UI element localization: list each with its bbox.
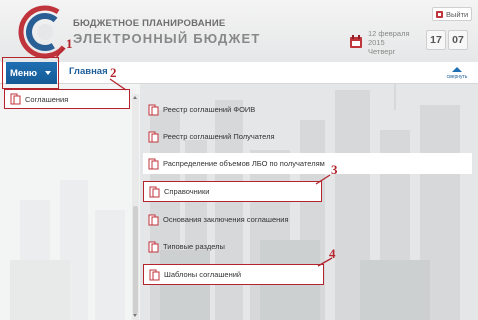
clock-hours: 17 [426, 30, 446, 50]
home-link[interactable]: Главная [69, 66, 108, 77]
exit-label: Выйти [446, 9, 469, 19]
left-menu-item-label: Соглашения [25, 94, 69, 104]
submenu-item-label: Шаблоны соглашений [164, 270, 242, 279]
submenu-item-agreement-grounds[interactable]: Основания заключения соглашения [143, 209, 472, 230]
document-icon [149, 269, 160, 280]
document-icon [148, 131, 159, 142]
calendar-icon [350, 35, 362, 48]
submenu-item-agreement-templates[interactable]: Шаблоны соглашений [143, 264, 324, 285]
document-icon [148, 104, 159, 115]
annotation-number: 4 [329, 246, 336, 261]
collapse-label: свернуть [446, 74, 468, 80]
submenu-item-label: Справочники [164, 187, 210, 196]
date-day-month: 12 февраля [368, 29, 410, 38]
submenu-item-typical-sections[interactable]: Типовые разделы [143, 236, 472, 257]
scroll-down-icon[interactable] [133, 314, 137, 317]
clock-minutes: 07 [448, 30, 468, 50]
submenu-item-foiv-registry[interactable]: Реестр соглашений ФОИВ [143, 99, 472, 120]
document-icon [149, 186, 160, 197]
collapse-arrow-icon [452, 67, 462, 72]
document-icon [148, 214, 159, 225]
brand-title: ЭЛЕКТРОННЫЙ БЮДЖЕТ [73, 31, 261, 46]
exit-icon [436, 10, 443, 18]
caret-down-icon [45, 71, 52, 75]
submenu-item-label: Типовые разделы [163, 242, 225, 251]
exit-button[interactable]: Выйти [432, 7, 472, 21]
document-icon [148, 241, 159, 252]
date-weekday: Четверг [368, 47, 396, 56]
logo-icon [18, 5, 72, 59]
menu-label: Меню [10, 67, 38, 79]
annotation-number: 2 [110, 65, 117, 80]
left-menu-panel [0, 84, 140, 320]
app-header: БЮДЖЕТНОЕ ПЛАНИРОВАНИЕ ЭЛЕКТРОННЫЙ БЮДЖЕ… [0, 0, 478, 62]
submenu-item-recipient-registry[interactable]: Реестр соглашений Получателя [143, 126, 472, 147]
submenu-item-label: Распределение объемов ЛБО по получателям [163, 159, 325, 168]
submenu-item-lbo-distribution[interactable]: Распределение объемов ЛБО по получателям [143, 153, 472, 174]
scrollbar-thumb[interactable] [133, 206, 138, 314]
collapse-button[interactable]: свернуть [444, 64, 470, 82]
scroll-up-icon[interactable] [133, 96, 137, 99]
submenu-item-label: Реестр соглашений Получателя [163, 132, 275, 141]
brand-subtitle: БЮДЖЕТНОЕ ПЛАНИРОВАНИЕ [73, 18, 226, 29]
left-menu-item-agreements[interactable]: Соглашения [4, 89, 130, 109]
submenu-item-reference-books[interactable]: Справочники [143, 181, 322, 202]
menu-button[interactable]: Меню [6, 62, 57, 84]
document-icon [10, 93, 21, 105]
submenu-item-label: Основания заключения соглашения [163, 215, 289, 224]
submenu-item-label: Реестр соглашений ФОИВ [163, 105, 256, 114]
annotation-number: 1 [66, 36, 73, 51]
date-year: 2015 [368, 38, 385, 47]
annotation-number: 3 [331, 162, 338, 177]
document-icon [148, 158, 159, 169]
